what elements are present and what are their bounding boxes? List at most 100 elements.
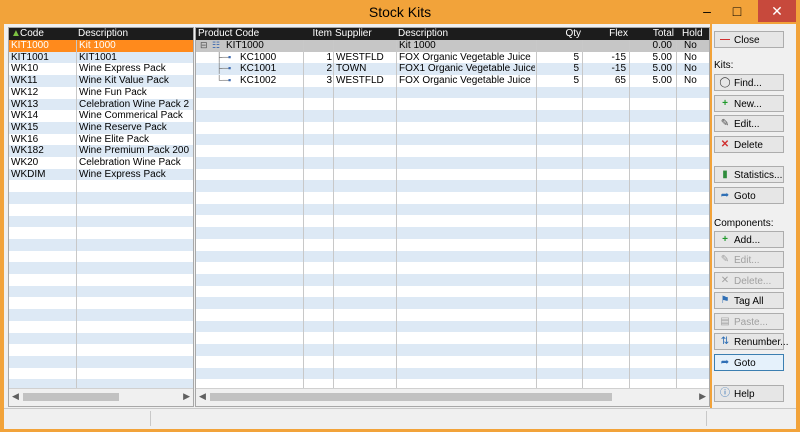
cell-description: FOX1 Organic Vegetable Juice	[399, 63, 535, 75]
kits-grid[interactable]: ▲ Code Description KIT1000Kit 1000KIT100…	[8, 27, 194, 407]
component-goto-button[interactable]: ➦ Goto	[714, 354, 784, 371]
scroll-thumb[interactable]	[210, 393, 612, 401]
empty-row	[196, 192, 709, 204]
cell-description: Celebration Wine Pack	[79, 157, 181, 168]
column-divider	[629, 40, 630, 389]
cell-product-code: KIT1000	[226, 40, 264, 51]
kit-parent-row[interactable]: ⊟ ☷ KIT1000 Kit 1000 0.00 No	[196, 40, 709, 52]
minimize-icon[interactable]: –	[692, 0, 722, 22]
goto-arrow-icon: ➦	[720, 190, 730, 201]
new-button[interactable]: + New...	[714, 95, 784, 112]
components-grid[interactable]: Product Code Item Supplier Description Q…	[195, 27, 710, 407]
col-header-code[interactable]: Code	[20, 28, 78, 40]
empty-row	[196, 239, 709, 251]
empty-row	[9, 227, 193, 239]
goto-button[interactable]: ➦ Goto	[714, 187, 784, 204]
empty-row	[9, 332, 193, 345]
table-row[interactable]: WK20 Celebration Wine Pack	[9, 157, 193, 169]
scroll-left-icon[interactable]: ◀	[12, 391, 19, 402]
cell-code: WK14	[11, 110, 39, 122]
table-row[interactable]: WK10 Wine Express Pack	[9, 63, 193, 75]
col-header-total[interactable]: Total	[631, 28, 674, 40]
find-button[interactable]: ◯ Find...	[714, 74, 784, 91]
column-divider	[536, 40, 537, 389]
component-item-icon: ▪	[228, 75, 232, 86]
col-header-product-code[interactable]: Product Code	[198, 28, 302, 40]
help-button[interactable]: ⓘ Help	[714, 385, 784, 402]
table-row[interactable]: WK14 Wine Commerical Pack	[9, 110, 193, 122]
cell-code: KIT1000	[11, 40, 49, 51]
table-row[interactable]: ├─ ▪ KC1000 1 WESTFLD FOX Organic Vegetable J…	[196, 52, 709, 64]
table-row[interactable]: WK182 Wine Premium Pack 2007	[9, 145, 193, 157]
empty-row	[9, 344, 193, 356]
table-row[interactable]: WK12 Wine Fun Pack	[9, 87, 193, 99]
col-header-qty[interactable]: Qty	[538, 28, 581, 40]
column-divider	[676, 40, 677, 389]
table-row[interactable]: WK15 Wine Reserve Pack	[9, 121, 193, 134]
scroll-thumb[interactable]	[23, 393, 119, 401]
table-row[interactable]: WK11 Wine Kit Value Pack	[9, 75, 193, 87]
stock-kits-window: Stock Kits – □ ✕ ▲ Code Description KIT1…	[0, 0, 800, 432]
status-segment	[151, 411, 707, 426]
component-item-icon: ▪	[228, 51, 232, 62]
cell-flex: -15	[611, 51, 626, 63]
empty-row	[9, 355, 193, 368]
empty-row	[196, 133, 709, 146]
cell-description: Wine Elite Pack	[79, 133, 150, 145]
col-header-item[interactable]: Item	[306, 28, 332, 40]
kits-grid-header: ▲ Code Description	[9, 28, 193, 40]
close-window-icon[interactable]: ✕	[758, 0, 796, 22]
table-row[interactable]: KIT1001 KIT1001	[9, 51, 193, 64]
scroll-right-icon[interactable]: ▶	[183, 391, 190, 402]
empty-row	[196, 309, 709, 321]
empty-row	[196, 180, 709, 193]
cell-supplier: WESTFLD	[336, 75, 384, 87]
empty-row	[196, 297, 709, 310]
component-delete-button[interactable]: ✕ Delete...	[714, 272, 784, 289]
statistics-button[interactable]: ▮ Statistics...	[714, 166, 784, 183]
components-section-label: Components:	[714, 218, 774, 229]
table-row[interactable]: KIT1000 Kit 1000	[9, 40, 193, 52]
col-header-flex[interactable]: Flex	[584, 28, 628, 40]
kit-tree-icon: ☷	[212, 40, 221, 50]
component-item-icon: ▪	[228, 63, 232, 74]
component-tag-all-button[interactable]: ⚑ Tag All	[714, 292, 784, 309]
plus-icon: +	[722, 98, 728, 109]
table-row[interactable]: WK13 Celebration Wine Pack 2007	[9, 98, 193, 111]
component-paste-button[interactable]: ▤ Paste...	[714, 313, 784, 330]
scroll-right-icon[interactable]: ▶	[699, 391, 706, 402]
col-header-description[interactable]: Description	[78, 28, 188, 40]
close-button[interactable]: — Close	[714, 31, 784, 48]
tree-branch-icon: ├─	[216, 63, 229, 74]
collapse-icon[interactable]: ⊟	[200, 40, 208, 52]
kits-horizontal-scrollbar[interactable]: ◀ ▶	[9, 388, 193, 406]
components-horizontal-scrollbar[interactable]: ◀ ▶	[196, 388, 709, 406]
empty-row	[9, 192, 193, 204]
cell-total: 5.00	[652, 75, 672, 87]
col-header-supplier[interactable]: Supplier	[335, 28, 395, 40]
table-row[interactable]: └─ ▪ KC1002 3 WESTFLD FOX Organic Vegetable J…	[196, 75, 709, 87]
component-edit-button[interactable]: ✎ Edit...	[714, 251, 784, 268]
cell-hold: No	[684, 75, 697, 87]
cell-description: Wine Commerical Pack	[79, 110, 183, 122]
table-row[interactable]: WK16 Wine Elite Pack	[9, 134, 193, 146]
component-add-button[interactable]: + Add...	[714, 231, 784, 248]
cell-item: 1	[326, 51, 332, 63]
col-header-hold[interactable]: Hold	[682, 28, 706, 40]
empty-row	[196, 333, 709, 345]
empty-row	[196, 320, 709, 333]
component-renumber-button[interactable]: ⇅ Renumber...	[714, 333, 788, 350]
scroll-left-icon[interactable]: ◀	[199, 391, 206, 402]
maximize-icon[interactable]: □	[722, 0, 752, 22]
delete-button[interactable]: ✕ Delete	[714, 136, 784, 153]
cell-product-code: KC1001	[240, 63, 277, 75]
table-row[interactable]: WKDIM Wine Express Pack	[9, 168, 193, 181]
edit-button[interactable]: ✎ Edit...	[714, 115, 784, 132]
cell-code: WK12	[11, 86, 39, 98]
cell-description: Wine Express Pack	[79, 63, 166, 75]
cell-code: WK11	[11, 75, 38, 87]
column-divider	[396, 40, 397, 389]
table-row[interactable]: ├─ ▪ KC1001 2 TOWN FOX1 Organic Vegetable Jui…	[196, 63, 709, 76]
x-icon: ✕	[720, 275, 730, 286]
col-header-description[interactable]: Description	[398, 28, 536, 40]
